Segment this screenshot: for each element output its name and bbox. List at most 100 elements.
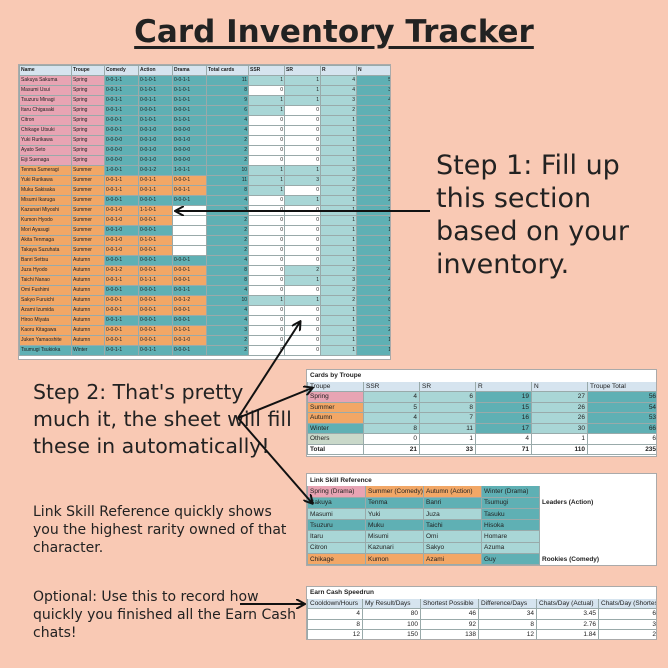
- table-cell[interactable]: 15: [475, 401, 532, 413]
- table-cell[interactable]: 0: [284, 115, 321, 126]
- table-cell[interactable]: 53: [586, 412, 656, 424]
- table-cell[interactable]: Spring: [71, 115, 105, 126]
- table-cell[interactable]: 3: [356, 315, 390, 326]
- table-cell[interactable]: Azami Izumida: [19, 305, 72, 316]
- table-cell[interactable]: 3: [320, 275, 357, 286]
- table-cell[interactable]: 2: [206, 335, 249, 346]
- table-cell[interactable]: 4: [363, 412, 420, 424]
- table-cell[interactable]: Azami: [423, 553, 482, 565]
- header-cell[interactable]: R: [320, 65, 357, 76]
- table-cell[interactable]: 1: [284, 85, 321, 96]
- table-cell[interactable]: 0-0-1-1: [104, 75, 139, 86]
- table-cell[interactable]: 0-0-1-0: [138, 125, 173, 136]
- table-cell[interactable]: 0-1-0-1: [172, 115, 207, 126]
- table-cell[interactable]: 0-0-1-1: [138, 95, 173, 106]
- table-cell[interactable]: 2: [356, 205, 390, 216]
- table-cell[interactable]: 1: [248, 175, 285, 186]
- table-cell[interactable]: 0-0-1-0: [104, 235, 139, 246]
- table-cell[interactable]: 0: [284, 245, 321, 256]
- header-cell[interactable]: Troupe: [307, 380, 364, 392]
- table-cell[interactable]: 1: [320, 205, 357, 216]
- table-cell[interactable]: 0-0-1-2: [104, 265, 139, 276]
- table-cell[interactable]: Autumn: [71, 295, 105, 306]
- table-cell[interactable]: 4: [206, 285, 249, 296]
- table-cell[interactable]: 0-0-1-0: [138, 155, 173, 166]
- table-cell[interactable]: Spring: [71, 145, 105, 156]
- table-cell[interactable]: 4: [206, 315, 249, 326]
- table-cell[interactable]: 0: [248, 215, 285, 226]
- table-cell[interactable]: 0-0-1-1: [104, 185, 139, 196]
- table-cell[interactable]: 0-0-1-0: [172, 335, 207, 346]
- table-cell[interactable]: 5: [356, 185, 390, 196]
- table-cell[interactable]: 1: [320, 245, 357, 256]
- table-cell[interactable]: Tenma Sumeragi: [19, 165, 72, 176]
- table-cell[interactable]: 0-0-0-1: [104, 295, 139, 306]
- table-cell[interactable]: 0-0-1-1: [138, 175, 173, 186]
- table-cell[interactable]: 0-1-0-1: [138, 115, 173, 126]
- table-cell[interactable]: 0: [248, 85, 285, 96]
- table-cell[interactable]: Spring: [307, 391, 364, 403]
- table-cell[interactable]: 92: [420, 618, 479, 630]
- table-cell[interactable]: 150: [362, 629, 421, 639]
- table-cell[interactable]: 2: [320, 285, 357, 296]
- table-cell[interactable]: 4: [206, 125, 249, 136]
- table-cell[interactable]: Citron: [19, 115, 72, 126]
- table-cell[interactable]: 1: [320, 325, 357, 336]
- table-cell[interactable]: Spring: [71, 125, 105, 136]
- table-cell[interactable]: Masumi Usui: [19, 85, 72, 96]
- table-cell[interactable]: 1: [320, 335, 357, 346]
- table-cell[interactable]: 26: [531, 401, 588, 413]
- table-cell[interactable]: 0-0-1-1: [172, 285, 207, 296]
- table-cell[interactable]: Autumn: [71, 315, 105, 326]
- table-cell[interactable]: Sakyo Furuichi: [19, 295, 72, 306]
- table-cell[interactable]: 0: [284, 135, 321, 146]
- table-cell[interactable]: 1: [320, 115, 357, 126]
- table-cell[interactable]: Mori Ayasugi: [19, 225, 72, 236]
- table-cell[interactable]: 1: [419, 433, 476, 445]
- table-cell[interactable]: 100: [362, 618, 421, 630]
- table-cell[interactable]: Yuki: [365, 507, 424, 521]
- header-cell[interactable]: My Result/Days: [362, 597, 421, 609]
- header-cell[interactable]: SR: [419, 380, 476, 392]
- table-cell[interactable]: 110: [531, 443, 588, 455]
- table-cell[interactable]: 0-0-0-0: [104, 135, 139, 146]
- table-cell[interactable]: 4: [307, 608, 363, 620]
- table-cell[interactable]: Autumn: [307, 412, 364, 424]
- table-cell[interactable]: 0-0-1-1: [104, 105, 139, 116]
- table-cell[interactable]: Autumn: [71, 325, 105, 336]
- table-cell[interactable]: 0-0-1-0: [104, 225, 139, 236]
- table-cell[interactable]: Itaru: [307, 530, 366, 543]
- table-cell[interactable]: 27: [531, 391, 588, 403]
- table-cell[interactable]: [172, 235, 207, 246]
- table-cell[interactable]: 0-0-0-1: [138, 105, 173, 116]
- table-cell[interactable]: 0-0-1-1: [104, 85, 139, 96]
- table-cell[interactable]: 0-0-0-1: [104, 305, 139, 316]
- table-cell[interactable]: 0: [284, 205, 321, 216]
- table-cell[interactable]: 0-0-1-1: [104, 95, 139, 106]
- table-cell[interactable]: Ayato Seto: [19, 145, 72, 156]
- table-cell[interactable]: 1: [531, 433, 588, 445]
- table-cell[interactable]: 0-0-0-0: [172, 125, 207, 136]
- table-cell[interactable]: 0: [248, 135, 285, 146]
- table-cell[interactable]: Itaru Chigasaki: [19, 105, 72, 116]
- header-cell[interactable]: Troupe Total: [586, 380, 656, 392]
- table-cell[interactable]: 8: [419, 401, 476, 413]
- table-cell[interactable]: 56: [586, 391, 656, 403]
- table-cell[interactable]: 0-1-0-1: [138, 75, 173, 86]
- table-cell[interactable]: 0-1-0-1: [172, 325, 207, 336]
- table-cell[interactable]: 2: [206, 135, 249, 146]
- table-cell[interactable]: 5: [356, 165, 390, 176]
- header-cell[interactable]: R: [475, 380, 532, 392]
- table-cell[interactable]: 2: [320, 105, 357, 116]
- table-cell[interactable]: 2: [356, 325, 390, 336]
- table-cell[interactable]: 1: [356, 245, 390, 256]
- table-cell[interactable]: Autumn: [71, 305, 105, 316]
- table-cell[interactable]: 1: [356, 235, 390, 246]
- table-cell[interactable]: 8: [363, 422, 420, 434]
- table-cell[interactable]: 30: [531, 422, 588, 434]
- table-cell[interactable]: 0-1-0-1: [172, 85, 207, 96]
- header-cell[interactable]: Cooldown/Hours: [307, 597, 363, 609]
- table-cell[interactable]: 0-0-0-1: [138, 265, 173, 276]
- table-cell[interactable]: Hisoka: [481, 519, 540, 532]
- table-cell[interactable]: 0: [284, 125, 321, 136]
